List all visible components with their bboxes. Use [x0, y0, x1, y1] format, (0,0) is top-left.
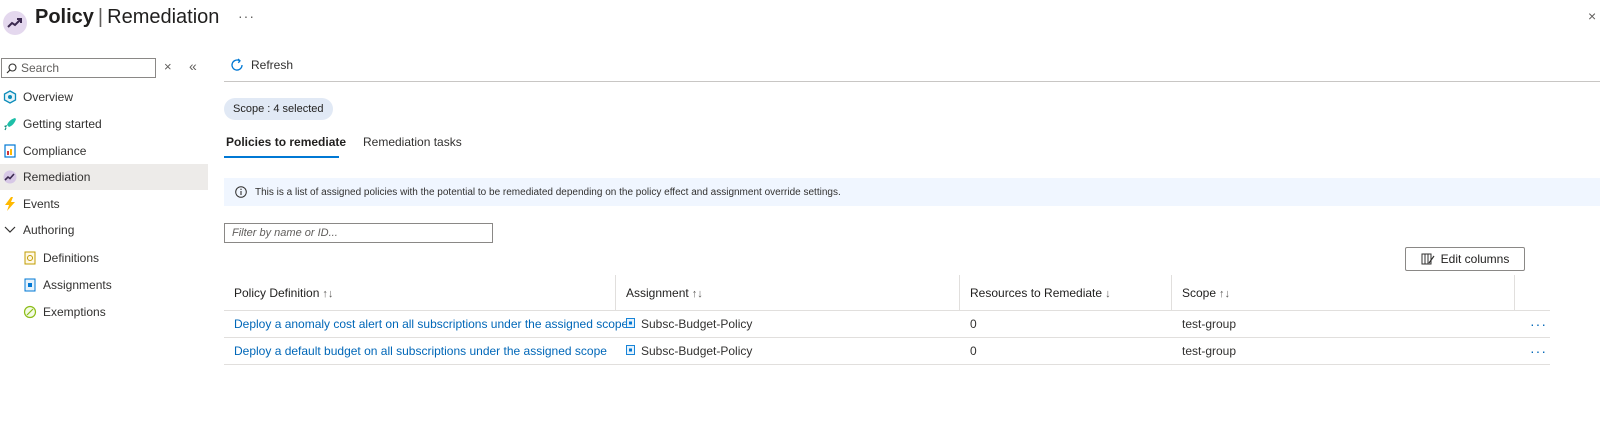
filter-input[interactable] — [225, 224, 492, 242]
policy-remediation-page: Policy|Remediation ··· × × « Overview Ge… — [0, 0, 1600, 444]
sidebar: × « Overview Getting started Compliance … — [0, 50, 208, 444]
search-icon — [6, 62, 17, 73]
column-divider[interactable] — [615, 275, 616, 311]
column-header-label: Resources to Remediate — [970, 286, 1103, 300]
column-header-label: Scope — [1182, 286, 1217, 300]
sidebar-item-label: Exemptions — [43, 305, 106, 319]
sort-icon: ↓ — [1105, 288, 1111, 300]
sidebar-item-exemptions[interactable]: Exemptions — [0, 299, 208, 325]
sidebar-item-label: Compliance — [23, 144, 87, 158]
filter-box[interactable] — [224, 223, 493, 243]
table-row[interactable]: Deploy a default budget on all subscript… — [224, 338, 1550, 365]
table-header: Policy Definition ↑↓ Assignment ↑↓ Resourc… — [224, 275, 1550, 311]
refresh-icon — [231, 58, 243, 71]
sidebar-item-label: Remediation — [23, 170, 91, 184]
sidebar-group-authoring[interactable]: Authoring — [0, 217, 208, 243]
assignments-icon — [22, 277, 38, 293]
command-bar: Refresh — [224, 55, 1600, 82]
sidebar-item-remediation[interactable]: Remediation — [0, 164, 208, 190]
column-header-resources[interactable]: Resources to Remediate ↓ — [970, 275, 1111, 311]
column-header-assignment[interactable]: Assignment ↑↓ — [626, 275, 703, 311]
search-input[interactable] — [21, 61, 151, 75]
edit-columns-label: Edit columns — [1440, 252, 1510, 266]
table-row[interactable]: Deploy a anomaly cost alert on all subsc… — [224, 311, 1550, 338]
sidebar-item-label: Authoring — [23, 223, 75, 237]
remediation-icon — [2, 169, 18, 185]
sort-icon: ↑↓ — [1219, 288, 1231, 300]
rocket-icon — [2, 116, 18, 132]
overview-icon — [2, 89, 18, 105]
remediation-app-icon — [3, 11, 27, 35]
sidebar-item-getting-started[interactable]: Getting started — [0, 111, 208, 137]
sidebar-item-label: Getting started — [23, 117, 102, 131]
row-more-actions-icon[interactable]: ··· — [1530, 338, 1547, 365]
assignment-cell: Subsc-Budget-Policy — [626, 311, 752, 338]
info-text: This is a list of assigned policies with… — [255, 186, 841, 198]
sidebar-item-definitions[interactable]: Definitions — [0, 245, 208, 271]
sidebar-search[interactable] — [1, 58, 156, 78]
exemptions-icon — [22, 304, 38, 320]
refresh-button[interactable]: Refresh — [230, 58, 293, 72]
tab-remediation-tasks[interactable]: Remediation tasks — [363, 135, 462, 159]
info-banner: This is a list of assigned policies with… — [224, 178, 1600, 206]
policies-table: Policy Definition ↑↓ Assignment ↑↓ Resourc… — [224, 275, 1550, 365]
blade-header: Policy | Remediation ··· × — [0, 0, 1600, 50]
assignment-icon — [626, 338, 635, 365]
sidebar-item-compliance[interactable]: Compliance — [0, 138, 208, 164]
edit-columns-button[interactable]: Edit columns — [1405, 247, 1525, 271]
clear-search-icon[interactable]: × — [164, 59, 172, 74]
resources-count: 0 — [970, 317, 977, 331]
assignment-name: Subsc-Budget-Policy — [641, 317, 753, 331]
column-header-label: Assignment — [626, 286, 689, 300]
assignment-icon — [626, 311, 635, 338]
policy-definition-link[interactable]: Deploy a default budget on all subscript… — [234, 338, 607, 365]
assignment-name: Subsc-Budget-Policy — [641, 344, 753, 358]
sidebar-item-label: Events — [23, 197, 60, 211]
definitions-icon — [22, 250, 38, 266]
sidebar-item-label: Overview — [23, 90, 74, 104]
compliance-icon — [2, 143, 18, 159]
chevron-down-icon — [2, 222, 18, 238]
policy-definition-link[interactable]: Deploy a anomaly cost alert on all subsc… — [234, 311, 628, 338]
sort-icon: ↑↓ — [691, 288, 703, 300]
resources-count: 0 — [970, 344, 977, 358]
page-title: Policy | Remediation — [35, 6, 219, 29]
assignment-cell: Subsc-Budget-Policy — [626, 338, 752, 365]
close-icon[interactable]: × — [1588, 8, 1596, 24]
sidebar-item-label: Assignments — [43, 278, 112, 292]
sidebar-item-overview[interactable]: Overview — [0, 84, 208, 110]
column-divider[interactable] — [1171, 275, 1172, 311]
collapse-sidebar-icon[interactable]: « — [189, 58, 197, 74]
column-header-label: Policy Definition — [234, 286, 320, 300]
sidebar-item-assignments[interactable]: Assignments — [0, 272, 208, 298]
sidebar-item-events[interactable]: Events — [0, 191, 208, 217]
header-more-icon[interactable]: ··· — [238, 8, 255, 24]
sort-icon: ↑↓ — [322, 288, 334, 300]
edit-columns-icon — [1421, 253, 1435, 265]
row-more-actions-icon[interactable]: ··· — [1530, 311, 1547, 338]
sidebar-item-label: Definitions — [43, 251, 100, 265]
refresh-label: Refresh — [251, 58, 294, 72]
scope-cell: test-group — [1182, 317, 1237, 331]
title-primary: Policy — [35, 6, 94, 28]
title-secondary: Remediation — [107, 6, 220, 28]
active-tab-indicator — [224, 156, 339, 158]
info-icon — [235, 186, 247, 198]
lightning-icon — [2, 196, 18, 212]
column-header-policy-definition[interactable]: Policy Definition ↑↓ — [234, 275, 333, 311]
title-separator: | — [97, 6, 104, 28]
column-divider[interactable] — [1514, 275, 1515, 311]
scope-selector[interactable]: Scope : 4 selected — [224, 98, 333, 120]
column-header-scope[interactable]: Scope ↑↓ — [1182, 275, 1230, 311]
column-divider[interactable] — [959, 275, 960, 311]
scope-cell: test-group — [1182, 344, 1237, 358]
